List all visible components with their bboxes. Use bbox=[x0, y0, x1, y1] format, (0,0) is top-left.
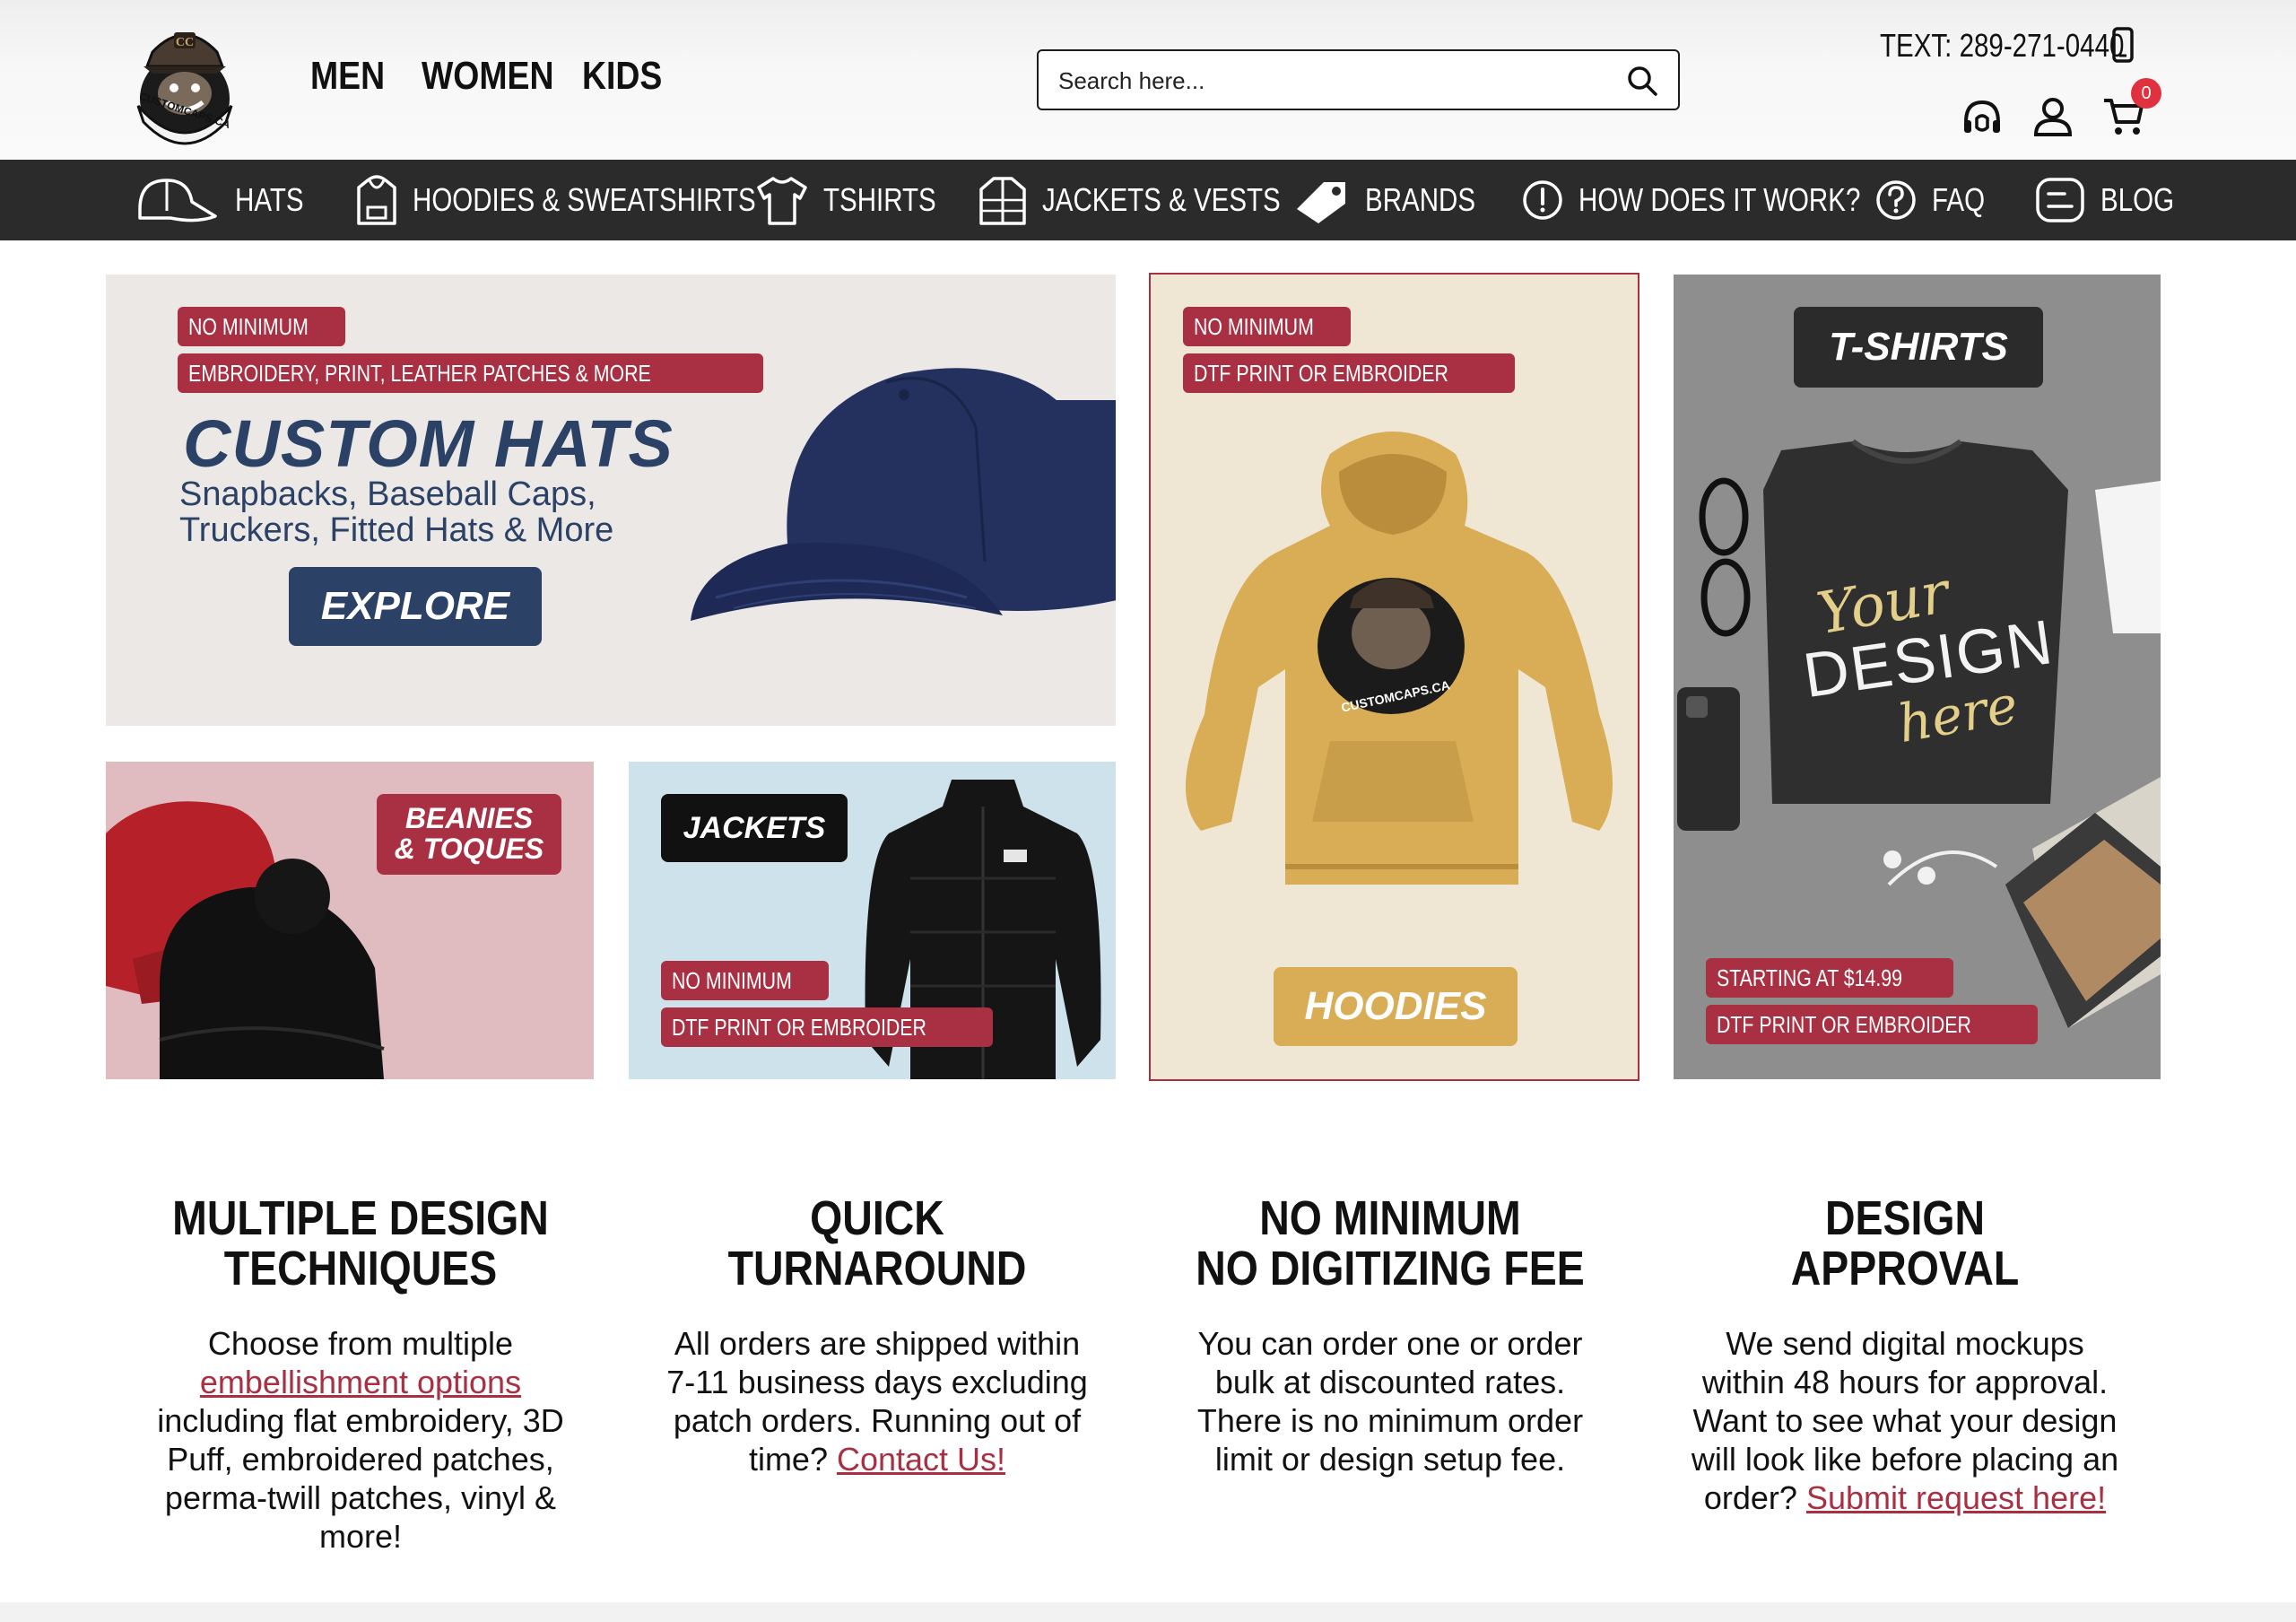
category-brands[interactable]: BRANDS bbox=[1293, 160, 1500, 240]
feature-text: limit or design setup fee. bbox=[1214, 1441, 1566, 1478]
category-label: HATS bbox=[235, 181, 304, 218]
print-method-tag: DTF PRINT OR EMBROIDER bbox=[1706, 1005, 2039, 1044]
feature-heading-2: TURNAROUND bbox=[727, 1242, 1027, 1295]
jackets-title: JACKETS bbox=[661, 794, 848, 862]
feature-text: All orders are shipped within bbox=[674, 1325, 1081, 1362]
phone-number[interactable]: TEXT: 289-271-0440 bbox=[1880, 27, 2124, 65]
navy-cap-image bbox=[691, 368, 1116, 621]
nav-women[interactable]: WOMEN bbox=[422, 54, 554, 99]
search-input[interactable] bbox=[1057, 62, 1598, 100]
feature-text: time? bbox=[748, 1441, 828, 1478]
feature-text: more! bbox=[318, 1518, 403, 1555]
custom-hats-title: CUSTOM HATS bbox=[183, 406, 674, 481]
jackets-banner[interactable]: JACKETS NO MINIMUM DTF PRINT OR EMBROIDE… bbox=[629, 762, 1116, 1079]
nav-men[interactable]: MEN bbox=[310, 54, 385, 99]
category-label: JACKETS & VESTS bbox=[1042, 181, 1281, 218]
category-blog[interactable]: BLOG bbox=[2034, 160, 2190, 240]
feature-text: Choose from multiple bbox=[207, 1325, 514, 1362]
svg-text:CC: CC bbox=[176, 36, 194, 49]
explore-button[interactable]: EXPLORE bbox=[289, 567, 542, 646]
tshirt-icon bbox=[757, 177, 807, 225]
tshirts-title: T-SHIRTS bbox=[1794, 307, 2043, 388]
hoodie-icon bbox=[357, 175, 396, 225]
category-hats[interactable]: HATS bbox=[135, 160, 318, 240]
techniques-tag: EMBROIDERY, PRINT, LEATHER PATCHES & MOR… bbox=[178, 353, 763, 393]
feature-text: including flat embroidery, 3D bbox=[157, 1402, 564, 1439]
no-minimum-tag: NO MINIMUM bbox=[178, 307, 346, 346]
category-faq[interactable]: FAQ bbox=[1874, 160, 1996, 240]
feature-heading-1: QUICK bbox=[810, 1191, 944, 1245]
hats-subtitle-2: Truckers, Fitted Hats & More bbox=[179, 511, 614, 549]
question-icon bbox=[1876, 180, 1916, 220]
feature-quick-turnaround: QUICK TURNAROUND All orders are shipped … bbox=[622, 1193, 1132, 1478]
category-how-it-works[interactable]: HOW DOES IT WORK? bbox=[1521, 160, 1922, 240]
feature-heading-1: NO MINIMUM bbox=[1259, 1191, 1521, 1245]
feature-no-minimum: NO MINIMUM NO DIGITIZING FEE You can ord… bbox=[1135, 1193, 1645, 1478]
submit-request-link[interactable]: Submit request here! bbox=[1806, 1479, 2106, 1516]
beanies-banner[interactable]: BEANIES & TOQUES bbox=[106, 762, 594, 1079]
feature-text: patch orders. Running out of bbox=[673, 1402, 1082, 1439]
no-minimum-tag: NO MINIMUM bbox=[661, 961, 830, 1000]
hats-subtitle-1: Snapbacks, Baseball Caps, bbox=[179, 475, 596, 513]
embellishment-options-link[interactable]: embellishment options bbox=[200, 1364, 521, 1400]
category-jackets[interactable]: JACKETS & VESTS bbox=[978, 160, 1333, 240]
blog-icon bbox=[2036, 178, 2084, 222]
feature-text: We send digital mockups bbox=[1726, 1325, 2084, 1362]
feature-design-approval: DESIGN APPROVAL We send digital mockups … bbox=[1650, 1193, 2160, 1517]
feature-heading-1: MULTIPLE DESIGN bbox=[172, 1191, 549, 1245]
feature-text: There is no minimum order bbox=[1196, 1402, 1584, 1439]
feature-text: perma-twill patches, vinyl & bbox=[164, 1479, 557, 1516]
category-label: BRANDS bbox=[1365, 181, 1476, 218]
feature-heading-1: DESIGN bbox=[1824, 1191, 1986, 1245]
beanie-image bbox=[106, 801, 385, 1079]
tshirts-banner[interactable]: T-SHIRTS Your DESIGN here STARTING AT $1… bbox=[1674, 275, 2161, 1079]
custom-hats-banner[interactable]: NO MINIMUM EMBROIDERY, PRINT, LEATHER PA… bbox=[106, 275, 1116, 726]
feature-design-techniques: MULTIPLE DESIGN TECHNIQUES Choose from m… bbox=[106, 1193, 615, 1556]
feature-text: Want to see what your design bbox=[1692, 1402, 2118, 1439]
search-icon[interactable] bbox=[1625, 64, 1659, 98]
category-label: FAQ bbox=[1932, 181, 1986, 218]
print-method-tag: DTF PRINT OR EMBROIDER bbox=[661, 1007, 994, 1047]
search-box bbox=[1037, 49, 1680, 110]
account-icon[interactable] bbox=[2032, 95, 2074, 138]
feature-text: 7-11 business days excluding bbox=[666, 1364, 1088, 1400]
feature-text: You can order one or order bbox=[1197, 1325, 1583, 1362]
beanies-label: BEANIES & TOQUES bbox=[377, 794, 561, 875]
category-label: BLOG bbox=[2100, 181, 2175, 218]
hat-icon bbox=[138, 179, 217, 222]
feature-text: within 48 hours for approval. bbox=[1701, 1364, 2109, 1400]
cart-count-badge: 0 bbox=[2131, 78, 2161, 109]
site-logo[interactable]: CC CUSTOMCAPS.CA bbox=[111, 16, 258, 147]
feature-text: order? bbox=[1703, 1479, 1797, 1516]
phone-icon bbox=[2112, 27, 2134, 63]
hoodies-title: HOODIES bbox=[1274, 967, 1518, 1046]
feature-heading-2: APPROVAL bbox=[1790, 1242, 2020, 1295]
contact-us-link[interactable]: Contact Us! bbox=[837, 1441, 1005, 1478]
feature-text: will look like before placing an bbox=[1691, 1441, 2119, 1478]
no-minimum-tag: NO MINIMUM bbox=[1183, 307, 1352, 346]
price-tag: STARTING AT $14.99 bbox=[1706, 958, 1954, 998]
feature-text: Puff, embroidered patches, bbox=[167, 1441, 554, 1478]
jacket-icon bbox=[979, 177, 1026, 225]
print-method-tag: DTF PRINT OR EMBROIDER bbox=[1183, 353, 1516, 393]
feature-heading-2: TECHNIQUES bbox=[223, 1242, 498, 1295]
feature-text: bulk at discounted rates. bbox=[1214, 1364, 1566, 1400]
category-label: HOW DOES IT WORK? bbox=[1578, 181, 1861, 218]
feature-heading-2: NO DIGITIZING FEE bbox=[1196, 1242, 1585, 1295]
tag-icon bbox=[1297, 182, 1345, 223]
hoodie-image bbox=[1185, 432, 1613, 885]
beanies-title-2: & TOQUES bbox=[394, 833, 544, 865]
info-icon bbox=[1523, 180, 1562, 220]
hoodies-banner[interactable]: NO MINIMUM DTF PRINT OR EMBROIDER CUSTOM… bbox=[1149, 273, 1639, 1081]
page-bottom-strip bbox=[0, 1602, 2296, 1622]
category-label: HOODIES & SWEATSHIRTS bbox=[413, 181, 756, 218]
category-label: TSHIRTS bbox=[823, 181, 936, 218]
category-tshirts[interactable]: TSHIRTS bbox=[755, 160, 961, 240]
beanies-title-1: BEANIES bbox=[404, 802, 534, 834]
support-icon[interactable] bbox=[1961, 97, 2004, 138]
nav-kids[interactable]: KIDS bbox=[582, 54, 662, 99]
